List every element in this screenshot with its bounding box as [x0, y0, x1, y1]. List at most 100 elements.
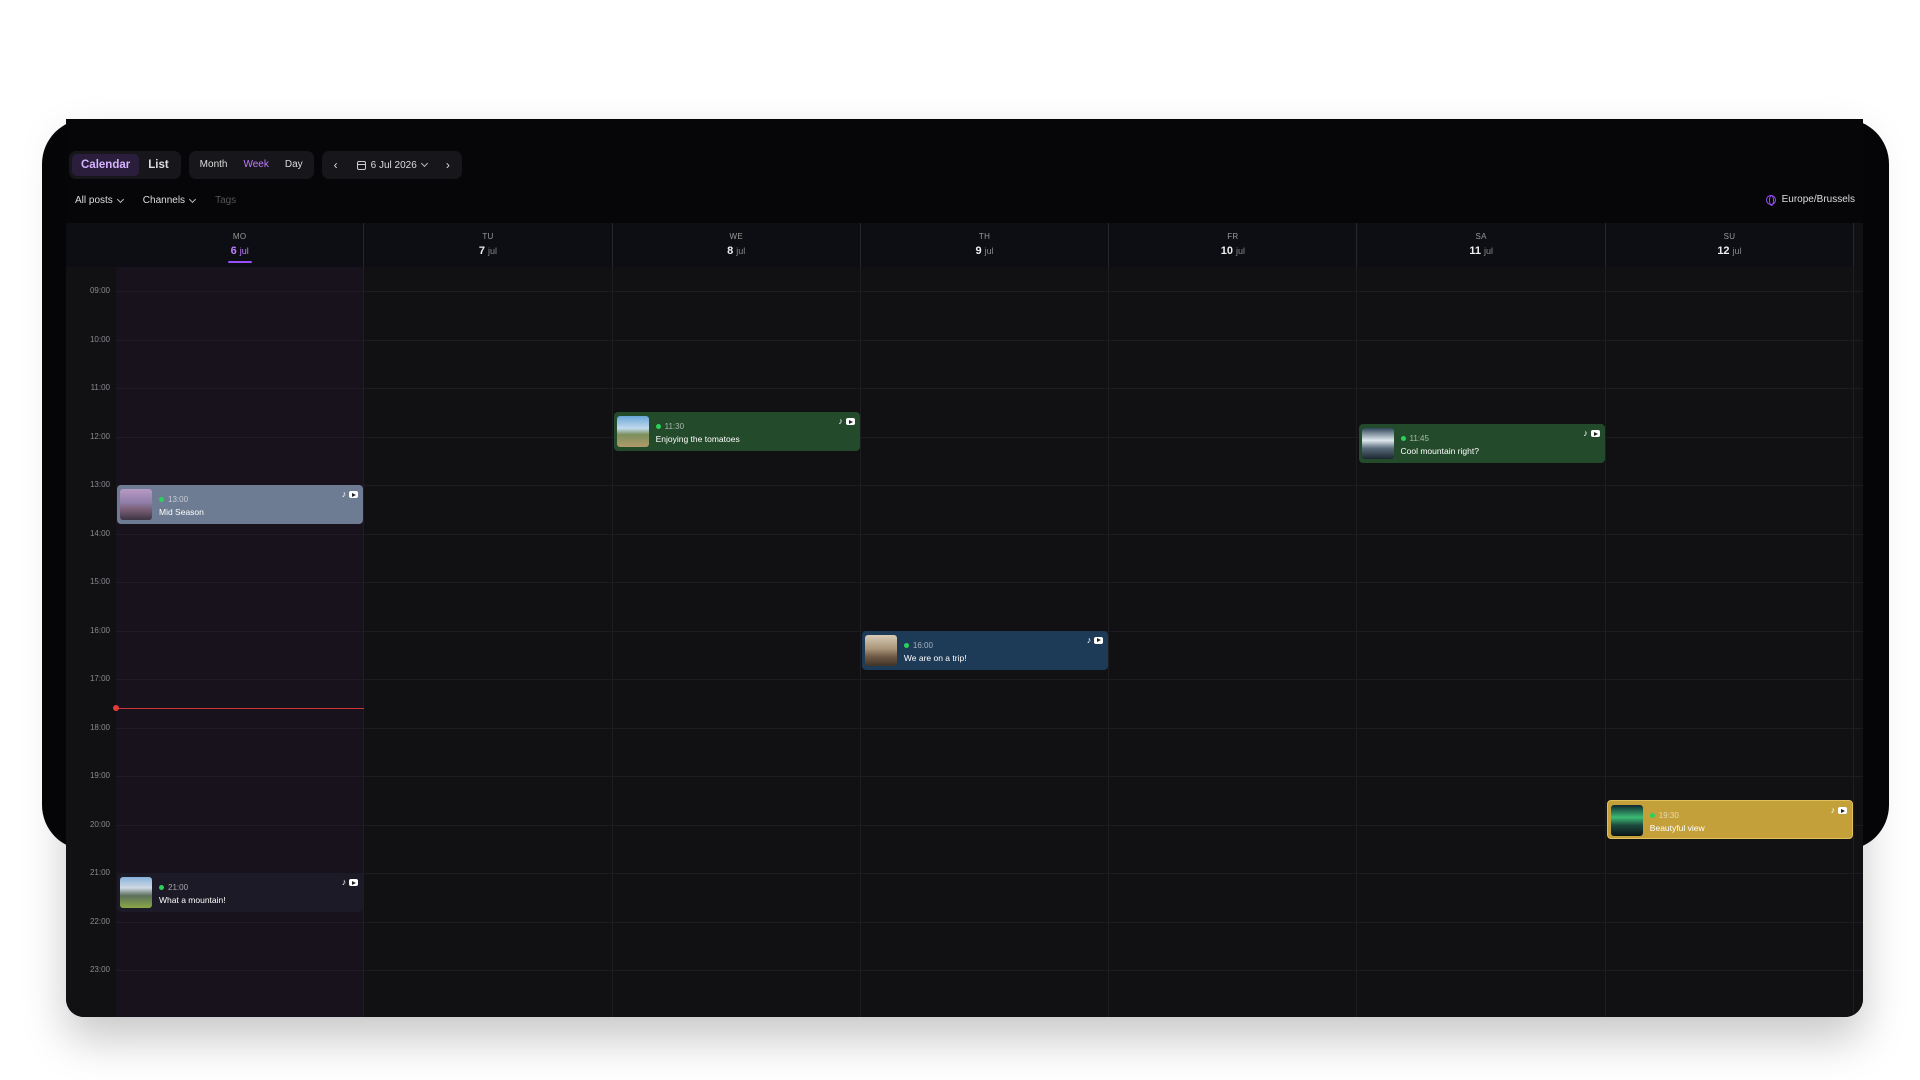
day-date: 12 jul: [1606, 245, 1853, 257]
hour-label: 15:00: [89, 577, 110, 586]
post-event[interactable]: 11:45 Cool mountain right? ♪: [1358, 424, 1605, 464]
view-toggle: Calendar List: [69, 151, 181, 179]
month-button[interactable]: Month: [192, 154, 236, 176]
hour-gridline: [116, 339, 1863, 341]
post-time: 11:45: [1400, 434, 1429, 444]
hour-gridline: [116, 727, 1863, 729]
post-thumbnail: [120, 877, 152, 908]
all-posts-filter[interactable]: All posts: [75, 195, 124, 206]
tags-filter[interactable]: Tags: [215, 195, 236, 206]
timezone-label: Europe/Brussels: [1781, 194, 1855, 205]
day-month: jul: [984, 246, 994, 256]
platform-icons: ♪: [1583, 429, 1600, 438]
hour-gridline: [116, 485, 1863, 486]
day-month: jul: [488, 246, 498, 256]
hour-label: 22:00: [89, 916, 110, 926]
day-number: 8: [727, 245, 734, 257]
day-date: 8 jul: [613, 245, 860, 257]
app-window: Calendar List Month Week Day ‹ 6 Jul 202…: [66, 119, 1863, 1017]
day-header-sa[interactable]: SA 11 jul: [1357, 223, 1606, 267]
status-dot: [1649, 813, 1655, 819]
day-header-tu[interactable]: TU 7 jul: [364, 223, 613, 267]
day-date: 11 jul: [1358, 245, 1605, 257]
day-date: 6 jul: [116, 245, 363, 257]
day-column-tu[interactable]: [364, 267, 613, 1017]
day-of-week: FR: [1227, 232, 1239, 241]
day-header-th[interactable]: TH 9 jul: [860, 223, 1110, 267]
hour-label: 18:00: [89, 722, 110, 732]
hour-gridline: [116, 533, 1863, 535]
calendar-view-button[interactable]: Calendar: [72, 154, 140, 176]
hour-gridline: [116, 582, 1863, 583]
post-time-text: 11:30: [664, 422, 685, 432]
day-header-su[interactable]: SU 12 jul: [1605, 223, 1855, 267]
tiktok-icon: ♪: [1086, 634, 1092, 645]
status-dot: [655, 424, 661, 430]
hour-label: 09:00: [89, 286, 110, 295]
platform-icons: ♪: [838, 417, 855, 426]
youtube-icon: [349, 491, 359, 498]
hour-label: 11:00: [90, 383, 110, 392]
post-time: 21:00: [159, 883, 188, 892]
day-month: jul: [736, 246, 746, 256]
date-navigator: ‹ 6 Jul 2026 ›: [321, 151, 462, 179]
day-column-fr[interactable]: [1109, 267, 1358, 1017]
day-header-fr[interactable]: FR 10 jul: [1109, 223, 1358, 267]
post-event[interactable]: 21:00 What a mountain! ♪: [117, 873, 364, 912]
hour-label: 17:00: [89, 674, 110, 683]
youtube-icon: [1094, 636, 1104, 644]
day-of-week: TH: [978, 232, 991, 241]
day-header-mo[interactable]: MO 6 jul: [116, 223, 365, 267]
post-time-text: 16:00: [912, 640, 933, 650]
hour-gridline: [116, 873, 1863, 874]
day-button[interactable]: Day: [277, 154, 311, 176]
day-month: jul: [1235, 246, 1245, 256]
hour-label: 23:00: [89, 965, 110, 974]
filter-bar: All posts Channels Tags: [75, 195, 236, 206]
prev-week-button[interactable]: ‹: [325, 158, 347, 172]
day-of-week: SU: [1723, 232, 1736, 241]
post-event[interactable]: 13:00 Mid Season ♪: [117, 485, 364, 524]
hour-label: 21:00: [89, 868, 110, 877]
day-header-we[interactable]: WE 8 jul: [612, 223, 861, 267]
day-column-sa[interactable]: [1358, 267, 1606, 1017]
post-thumbnail: [616, 416, 649, 448]
post-event[interactable]: 16:00 We are on a trip! ♪: [861, 630, 1109, 670]
youtube-icon: [1590, 430, 1600, 438]
calendar-icon: [356, 160, 366, 170]
current-time-line: [116, 708, 365, 710]
day-number: 9: [975, 245, 982, 257]
timezone-selector[interactable]: Europe/Brussels: [1765, 194, 1855, 206]
day-column-we[interactable]: [613, 267, 861, 1017]
list-view-button[interactable]: List: [139, 154, 177, 176]
day-column-su[interactable]: [1606, 267, 1855, 1017]
hour-label: 20:00: [89, 819, 110, 829]
status-dot: [903, 642, 909, 648]
post-time-text: 13:00: [168, 495, 189, 504]
hour-label: 16:00: [89, 625, 110, 635]
post-event[interactable]: 11:30 Enjoying the tomatoes ♪: [613, 412, 860, 452]
tiktok-icon: ♪: [341, 877, 347, 887]
hour-label: 14:00: [89, 528, 110, 538]
hour-gridline: [116, 970, 1863, 971]
current-date: 6 Jul 2026: [370, 159, 417, 171]
day-date: 10 jul: [1109, 245, 1356, 257]
day-number: 11: [1469, 245, 1481, 257]
day-of-week: SA: [1475, 232, 1487, 241]
post-event[interactable]: 19:30 Beautyful view ♪: [1606, 800, 1854, 840]
next-week-button[interactable]: ›: [437, 158, 459, 172]
date-picker[interactable]: 6 Jul 2026: [347, 160, 437, 171]
day-month: jul: [1483, 246, 1493, 256]
week-button[interactable]: Week: [235, 154, 276, 176]
tiktok-icon: ♪: [1583, 428, 1588, 439]
status-dot: [1400, 436, 1406, 442]
week-calendar: MO 6 jul TU 7 jul WE 8 jul TH 9 jul FR 10 jul SA 11 jul SU…: [66, 223, 1863, 1017]
time-gutter-header: [66, 223, 116, 267]
platform-icons: ♪: [342, 878, 359, 887]
tiktok-icon: ♪: [838, 416, 843, 427]
post-time-text: 21:00: [168, 883, 189, 892]
channels-filter[interactable]: Channels: [143, 195, 197, 206]
today-indicator: [227, 261, 252, 263]
day-of-week: MO: [232, 232, 247, 241]
post-time-text: 11:45: [1409, 434, 1429, 444]
